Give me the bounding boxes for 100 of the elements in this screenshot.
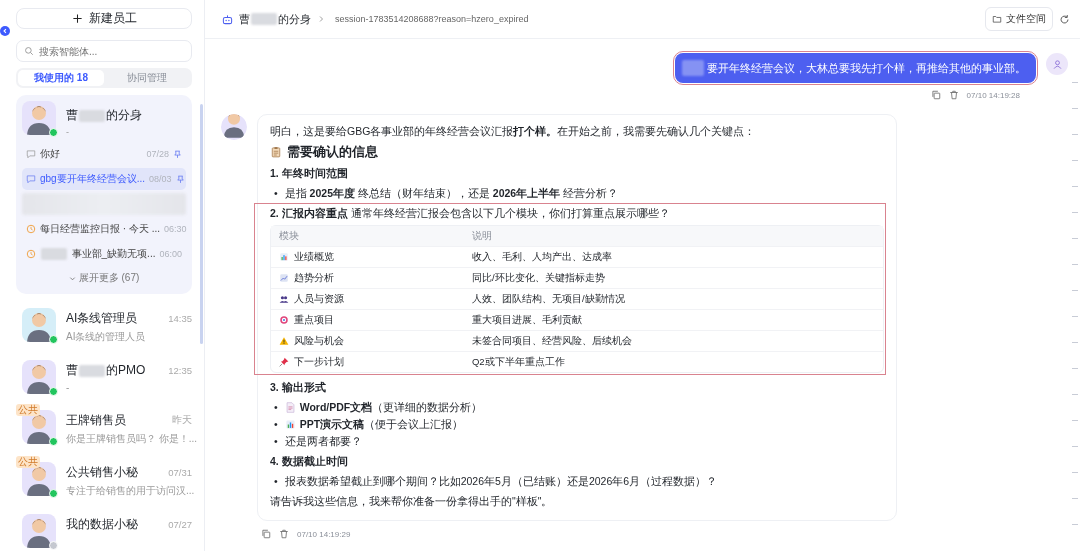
- document-icon: [284, 401, 296, 413]
- bullet-item: • Word/PDF文档（更详细的数据分析）: [274, 400, 484, 415]
- target-icon: [279, 315, 289, 325]
- session-id: session-1783514208688?reason=hzero_expired: [335, 14, 529, 24]
- chat-bubble-icon: [26, 174, 36, 184]
- name-text: 公共销售小秘: [66, 464, 138, 481]
- column-header: 模块: [271, 226, 464, 246]
- name-text: 曹: [66, 362, 78, 379]
- table-cell: 业绩概览: [271, 246, 464, 267]
- redacted-block: [79, 109, 105, 122]
- copy-button[interactable]: [930, 90, 941, 100]
- bullet-item: • PPT演示文稿（便于会议上汇报）: [274, 417, 465, 432]
- agent-item[interactable]: 公共 公共销售小秘 07/31 专注于给销售的用于访问汉...: [16, 456, 192, 502]
- bar-chart-icon: [279, 252, 289, 262]
- question-title: 1. 年终时间范围: [270, 166, 349, 181]
- people-icon: [279, 294, 289, 304]
- expand-more-button[interactable]: 展开更多 (67): [62, 270, 146, 286]
- agent-description: AI条线的管理人员: [66, 330, 147, 344]
- scrollbar[interactable]: [200, 104, 203, 344]
- agent-subtitle: -: [66, 127, 70, 137]
- file-space-button[interactable]: 文件空间: [985, 7, 1053, 31]
- table-cell: 未签合同项目、经营风险、后续机会: [463, 330, 883, 351]
- avatar-silhouette: [22, 101, 56, 135]
- delete-button[interactable]: [279, 529, 289, 539]
- refresh-button[interactable]: [1059, 13, 1070, 25]
- table-cell: Q2或下半年重点工作: [463, 351, 883, 372]
- session-item[interactable]: 每日经营监控日报 · 今天 ... 06:30: [22, 218, 186, 240]
- question-title: 4. 数据截止时间: [270, 454, 349, 469]
- bullet-item: • 还是两者都要？: [274, 434, 363, 449]
- chevron-right-icon: [317, 15, 325, 23]
- name-text: 王牌销售员: [66, 412, 126, 429]
- line-chart-icon: [279, 273, 289, 283]
- bullet-item: • 报表数据希望截止到哪个期间？比如2026年5月（已结账）还是2026年6月（过程数据）？: [274, 474, 719, 489]
- tab[interactable]: 我使用的 18: [18, 70, 104, 86]
- copy-icon: [261, 529, 271, 539]
- table-cell: 人员与资源: [271, 288, 464, 309]
- bar-chart-icon: [284, 418, 296, 430]
- redacted-block: [251, 13, 277, 25]
- agent-time: 12:35: [168, 365, 192, 376]
- chat-bubble-icon: [26, 149, 36, 159]
- name-text: 的分身: [106, 107, 142, 124]
- delete-button[interactable]: [948, 90, 959, 100]
- redacted-block: [79, 364, 105, 377]
- copy-icon: [930, 90, 941, 100]
- warning-icon: [279, 336, 289, 346]
- avatar-silhouette: [22, 514, 56, 548]
- pin-icon: [173, 149, 182, 159]
- column-header: 说明: [463, 226, 883, 246]
- agent-description: -: [66, 382, 71, 393]
- agent-time: 14:35: [168, 313, 192, 324]
- public-tag: 公共: [16, 404, 40, 416]
- table-cell: 下一步计划: [271, 351, 464, 372]
- name-text: 的分身: [278, 11, 311, 27]
- avatar-silhouette: [22, 308, 56, 342]
- trash-icon: [948, 90, 959, 100]
- pin-icon: [279, 357, 289, 367]
- public-tag: 公共: [16, 456, 40, 468]
- session-item[interactable]: 你好 07/28: [22, 143, 186, 165]
- clipboard-icon: [270, 146, 282, 158]
- message-time: 07/10 14:19:29: [297, 529, 351, 539]
- message-text: 要开年终经营会议，大林总要我先打个样，再推给其他的事业部。: [707, 60, 1026, 76]
- redacted-block: [41, 248, 67, 260]
- name-text: AI条线管理员: [66, 310, 138, 327]
- search-field[interactable]: 搜索智能体...: [16, 40, 192, 62]
- agent-time: 07/27: [168, 519, 192, 530]
- pin-icon: [175, 174, 185, 184]
- agent-item[interactable]: 曹 的PMO 12:35 -: [16, 354, 192, 398]
- person-icon: [1051, 58, 1063, 70]
- table-cell: 趋势分析: [271, 267, 464, 288]
- copy-button[interactable]: [261, 529, 271, 539]
- table-cell: 重点项目: [271, 309, 464, 330]
- clock-icon: [26, 249, 36, 259]
- session-item[interactable]: 事业部_缺勤无项... 06:00: [22, 243, 186, 265]
- table-cell: 风险与机会: [271, 330, 464, 351]
- agent-item[interactable]: 我的数据小秘 07/27: [16, 508, 192, 551]
- agent-time: 昨天: [172, 414, 192, 427]
- avatar-silhouette: [221, 114, 247, 140]
- name-text: 我的数据小秘: [66, 516, 138, 533]
- agent-item[interactable]: AI条线管理员 14:35 AI条线的管理人员: [16, 302, 192, 348]
- table-cell: 人效、团队结构、无项目/缺勤情况: [463, 288, 883, 309]
- redacted-block: [682, 60, 704, 76]
- clock-icon: [26, 224, 36, 234]
- message-time: 07/10 14:19:28: [966, 90, 1020, 100]
- refresh-icon: [1059, 13, 1070, 25]
- search-icon: [24, 46, 34, 56]
- question-title: 2. 汇报内容重点 通常年终经营汇报会包含以下几个模块，你们打算重点展示哪些？: [270, 206, 671, 221]
- intro-text: 明白，这是要给GBG各事业部的年终经营会议汇报打个样。在开始之前，我需要先确认几个关键点：: [270, 124, 757, 139]
- new-employee-button[interactable]: 新建员工: [16, 8, 192, 29]
- chevron-down-icon: [68, 274, 76, 282]
- table-cell: 同比/环比变化、关键指标走势: [463, 267, 883, 288]
- plus-icon: [71, 13, 83, 24]
- table-cell: 重大项目进展、毛利贡献: [463, 309, 883, 330]
- table-cell: 收入、毛利、人均产出、达成率: [463, 246, 883, 267]
- closing-text: 请告诉我这些信息，我来帮你准备一份拿得出手的"样板"。: [270, 494, 554, 509]
- robot-icon: [222, 13, 233, 25]
- avatar-silhouette: [22, 360, 56, 394]
- folder-icon: [992, 14, 1002, 24]
- name-text: 曹: [66, 107, 78, 124]
- section-heading: 需要确认的信息: [287, 144, 378, 160]
- name-text: 曹: [239, 11, 250, 27]
